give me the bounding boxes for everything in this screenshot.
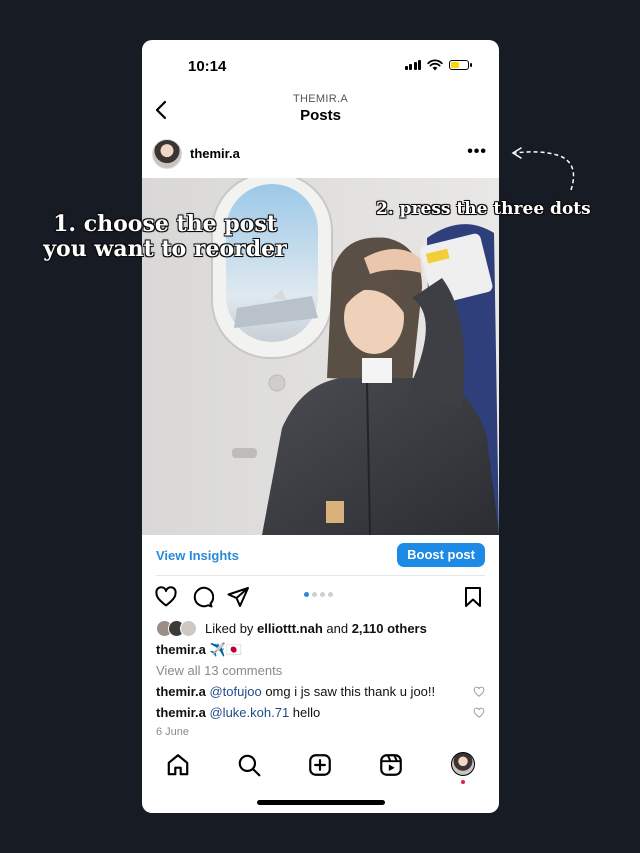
comment-icon[interactable]: [190, 585, 214, 609]
first-liker[interactable]: elliottt.nah: [257, 621, 323, 636]
carousel-indicator: [304, 592, 333, 597]
comment-mention[interactable]: @tofujoo: [209, 684, 261, 699]
comment-username[interactable]: themir.a: [156, 705, 206, 720]
likes-prefix: Liked by: [205, 620, 258, 636]
signal-icon: [404, 60, 421, 70]
reels-icon[interactable]: [378, 752, 404, 778]
liker-avatars: [156, 619, 197, 637]
comment: themir.a @luke.koh.71 hello: [156, 705, 320, 720]
avatar[interactable]: [152, 139, 182, 169]
more-options-icon[interactable]: •••: [467, 143, 487, 161]
create-icon[interactable]: [307, 752, 333, 778]
profile-avatar[interactable]: [451, 752, 475, 776]
heart-icon[interactable]: [154, 585, 178, 609]
caption: themir.a ✈️🇯🇵: [156, 642, 242, 658]
bottom-tab-bar: [142, 746, 499, 786]
battery-icon: [449, 60, 472, 70]
boost-post-button[interactable]: Boost post: [397, 543, 485, 567]
carousel-dot: [328, 592, 333, 597]
comment-like-icon[interactable]: [473, 707, 485, 719]
share-icon[interactable]: [226, 585, 250, 609]
comment: themir.a @tofujoo omg i js saw this than…: [156, 684, 435, 699]
avatar: [180, 619, 197, 637]
page-title: Posts: [300, 107, 341, 124]
divider: [156, 575, 485, 576]
likes-others[interactable]: 2,110 others: [352, 621, 427, 636]
annotation-step-1: 1. choose the post you want to reorder: [43, 211, 287, 263]
home-icon[interactable]: [165, 752, 191, 778]
battery-fill: [451, 62, 459, 68]
search-icon[interactable]: [236, 752, 262, 778]
status-time: 10:14: [188, 58, 227, 75]
status-icons: [404, 59, 472, 71]
likes-row[interactable]: Liked by elliottt.nah and 2,110 others: [156, 619, 427, 637]
likes-middle: and: [322, 620, 352, 636]
view-insights-link[interactable]: View Insights: [156, 548, 239, 563]
comment-mention[interactable]: @luke.koh.71: [209, 705, 289, 720]
post-username[interactable]: themir.a: [190, 146, 240, 161]
phone-screen: 10:14 THEMIR.A Posts themir.a ••• View I…: [142, 40, 499, 813]
action-row: [142, 585, 499, 609]
caption-username[interactable]: themir.a: [156, 642, 206, 657]
home-indicator: [257, 800, 385, 805]
bookmark-icon[interactable]: [461, 585, 485, 609]
comment-username[interactable]: themir.a: [156, 684, 206, 699]
wifi-icon: [427, 59, 443, 71]
view-all-comments-link[interactable]: View all 13 comments: [156, 663, 282, 678]
carousel-dot: [304, 592, 309, 597]
post-date: 6 June: [156, 726, 190, 738]
dashed-arrow-icon: [511, 147, 575, 191]
comment-text: hello: [289, 705, 321, 720]
carousel-dot: [320, 592, 325, 597]
insights-row: View Insights Boost post: [142, 540, 499, 572]
nav-account-name: THEMIR.A: [293, 93, 348, 105]
comment-text: omg i js saw this thank u joo!!: [261, 684, 436, 699]
carousel-dot: [312, 592, 317, 597]
annotation-step-2: 2. press the three dots: [376, 199, 591, 219]
post-header: themir.a •••: [142, 138, 499, 178]
notification-dot: [461, 780, 465, 784]
comment-like-icon[interactable]: [473, 686, 485, 698]
caption-text: ✈️🇯🇵: [209, 642, 242, 657]
